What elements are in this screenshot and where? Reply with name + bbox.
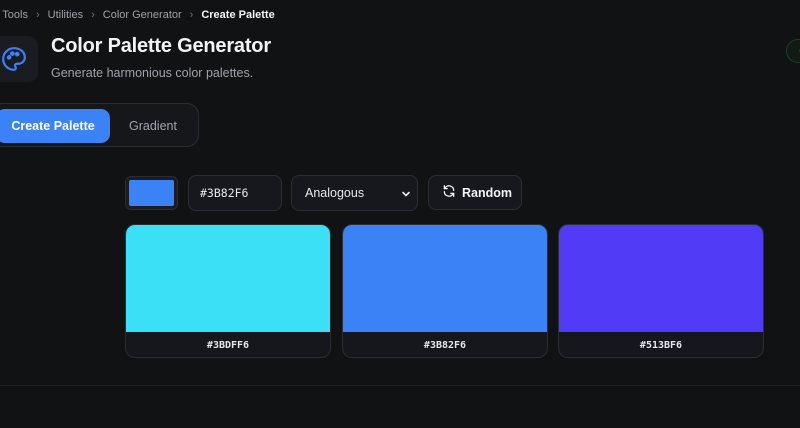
scheme-select[interactable]: Analogous — [291, 175, 418, 211]
breadcrumb-item-color-generator[interactable]: Color Generator — [103, 9, 182, 21]
refresh-icon — [442, 184, 456, 201]
mode-tabs: Create Palette Gradient — [0, 103, 199, 147]
chevron-right-icon: › — [91, 9, 95, 21]
chevron-down-icon — [401, 188, 411, 202]
page-subtitle: Generate harmonious color palettes. — [51, 66, 254, 80]
tab-create-palette[interactable]: Create Palette — [0, 109, 110, 143]
tab-gradient[interactable]: Gradient — [113, 109, 193, 143]
hex-input[interactable] — [188, 175, 282, 211]
color-hex-label: #513BF6 — [639, 340, 683, 351]
breadcrumb-item-utilities[interactable]: Utilities — [48, 9, 83, 21]
breadcrumb-item-tools[interactable]: l Tools — [0, 9, 28, 21]
color-swatch — [559, 225, 763, 332]
color-swatch — [343, 225, 547, 332]
status-badge: ● — [786, 39, 800, 63]
color-hex-label: #3B82F6 — [423, 340, 467, 351]
palette-icon — [0, 36, 38, 82]
palette-color-card[interactable]: #3BDFF6 — [125, 224, 331, 358]
breadcrumb-current: Create Palette — [201, 9, 275, 21]
palette-color-card[interactable]: #3B82F6 — [342, 224, 548, 358]
palette-color-card[interactable]: #513BF6 — [558, 224, 764, 358]
base-color-picker[interactable] — [125, 176, 178, 210]
chevron-right-icon: › — [35, 9, 40, 21]
base-color-swatch — [129, 180, 174, 206]
random-button-label: Random — [462, 185, 512, 200]
random-button[interactable]: Random — [428, 175, 522, 210]
page-title: Color Palette Generator — [51, 35, 271, 57]
divider — [0, 385, 800, 386]
color-hex-label: #3BDFF6 — [206, 340, 250, 351]
chevron-right-icon: › — [189, 9, 194, 21]
scheme-select-value: Analogous — [305, 186, 365, 200]
color-swatch — [126, 225, 330, 332]
breadcrumb: l Tools › Utilities › Color Generator › … — [0, 7, 275, 23]
